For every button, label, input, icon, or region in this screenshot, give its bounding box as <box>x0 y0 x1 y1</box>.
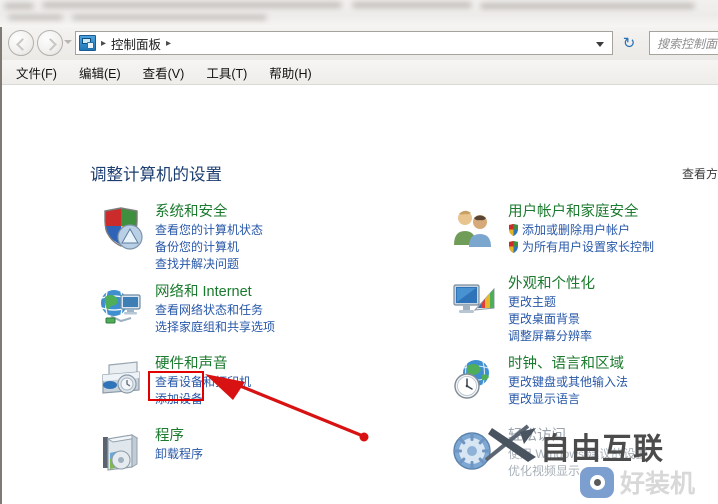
category-title[interactable]: 时钟、语言和区域 <box>508 355 624 374</box>
menu-item-help[interactable]: 帮助(H) <box>269 63 311 82</box>
category-link[interactable]: 为所有用户设置家长控制 <box>508 239 718 256</box>
chevron-down-icon[interactable] <box>596 42 604 47</box>
menu-item-view[interactable]: 查看(V) <box>143 63 185 82</box>
category-link[interactable]: 调整屏幕分辨率 <box>508 328 718 345</box>
user-accounts-icon <box>450 205 498 251</box>
eye-logo-icon <box>580 466 614 498</box>
view-by-label[interactable]: 查看方 <box>682 165 718 182</box>
menu-item-edit[interactable]: 编辑(E) <box>79 63 121 82</box>
category-body: 网络和 Internet 查看网络状态和任务 选择家庭组和共享选项 <box>155 283 397 336</box>
search-placeholder: 搜索控制面 <box>657 36 718 51</box>
watermark-haozhuangji: 好装机 <box>580 464 695 500</box>
category-link-label: 为所有用户设置家长控制 <box>522 240 655 254</box>
category-user-accounts[interactable]: 用户帐户和家庭安全 添加或删除用户帐户 为所有用户设置家长控制 <box>450 203 718 265</box>
eye-logo-inner <box>589 474 605 490</box>
category-link[interactable]: 添加或删除用户帐户 <box>508 222 718 239</box>
category-link[interactable]: 查看网络状态和任务 <box>155 302 397 319</box>
control-panel-icon <box>79 35 96 51</box>
refresh-icon[interactable]: ↻ <box>617 31 641 55</box>
network-globe-icon <box>97 285 145 331</box>
menu-bar: 文件(F) 编辑(E) 查看(V) 工具(T) 帮助(H) <box>2 60 718 85</box>
navigation-bar: ▸ 控制面板 ▸ ↻ 搜索控制面 <box>2 27 718 60</box>
category-system-and-security[interactable]: 系统和安全 查看您的计算机状态 备份您的计算机 查找并解决问题 <box>97 203 397 273</box>
category-title[interactable]: 系统和安全 <box>155 203 228 222</box>
blur-fragment <box>4 3 34 9</box>
menu-item-tools[interactable]: 工具(T) <box>206 63 247 82</box>
category-clock-language-region[interactable]: 时钟、语言和区域 更改键盘或其他输入法 更改显示语言 <box>450 355 718 417</box>
watermark-text: 自由互联 <box>540 432 664 467</box>
red-arrow-icon <box>205 374 369 442</box>
category-body: 外观和个性化 更改主题 更改桌面背景 调整屏幕分辨率 <box>508 275 718 345</box>
breadcrumb-item-control-panel[interactable]: 控制面板 <box>111 34 161 53</box>
uac-shield-icon <box>508 241 519 253</box>
blur-fragment <box>352 2 472 8</box>
programs-box-icon <box>97 429 145 475</box>
blur-fragment <box>42 2 342 8</box>
category-body: 系统和安全 查看您的计算机状态 备份您的计算机 查找并解决问题 <box>155 203 397 273</box>
eye-logo-pupil <box>593 478 601 486</box>
watermark-text: 好装机 <box>620 469 696 498</box>
blur-fragment <box>480 3 695 9</box>
category-title[interactable]: 网络和 Internet <box>155 283 252 302</box>
category-link-label: 添加或删除用户帐户 <box>522 223 631 237</box>
category-title-programs[interactable]: 程序 <box>155 427 184 446</box>
category-appearance[interactable]: 外观和个性化 更改主题 更改桌面背景 调整屏幕分辨率 <box>450 275 718 345</box>
printer-icon <box>97 357 145 403</box>
x-logo-icon <box>484 424 536 462</box>
breadcrumb-separator: ▸ <box>166 37 172 49</box>
category-title[interactable]: 用户帐户和家庭安全 <box>508 203 639 222</box>
chevron-down-icon[interactable] <box>64 40 72 44</box>
clock-globe-icon <box>450 357 498 403</box>
category-link[interactable]: 更改主题 <box>508 294 718 311</box>
shield-icon <box>97 205 145 251</box>
category-network-and-internet[interactable]: 网络和 Internet 查看网络状态和任务 选择家庭组和共享选项 <box>97 283 397 345</box>
blurred-page-background <box>0 0 718 28</box>
nav-button-group <box>8 30 63 56</box>
uac-shield-icon <box>508 224 519 236</box>
appearance-monitor-icon <box>450 277 498 323</box>
blur-fragment <box>8 15 63 20</box>
page-title: 调整计算机的设置 <box>90 166 222 184</box>
blur-fragment <box>72 15 267 20</box>
breadcrumb-separator: ▸ <box>101 37 107 49</box>
category-link[interactable]: 备份您的计算机 <box>155 239 397 256</box>
category-body: 时钟、语言和区域 更改键盘或其他输入法 更改显示语言 <box>508 355 718 408</box>
category-link[interactable]: 选择家庭组和共享选项 <box>155 319 397 336</box>
menu-item-file[interactable]: 文件(F) <box>16 63 57 82</box>
category-link[interactable]: 更改键盘或其他输入法 <box>508 374 718 391</box>
category-link[interactable]: 查看您的计算机状态 <box>155 222 397 239</box>
category-column-left: 系统和安全 查看您的计算机状态 备份您的计算机 查找并解决问题 网络和 Inte… <box>97 203 397 499</box>
search-input[interactable]: 搜索控制面 <box>649 31 718 55</box>
category-title[interactable]: 外观和个性化 <box>508 275 595 294</box>
forward-arrow-icon[interactable] <box>37 30 63 56</box>
annotation-highlight-box <box>148 371 204 401</box>
category-link[interactable]: 查找并解决问题 <box>155 256 397 273</box>
category-link[interactable]: 更改桌面背景 <box>508 311 718 328</box>
category-link[interactable]: 卸载程序 <box>155 446 397 463</box>
back-arrow-icon[interactable] <box>8 30 34 56</box>
category-link[interactable]: 更改显示语言 <box>508 391 718 408</box>
category-body: 用户帐户和家庭安全 添加或删除用户帐户 为所有用户设置家长控制 <box>508 203 718 256</box>
watermark-ziyouhulian: 自由互联 <box>484 424 714 467</box>
address-bar[interactable]: ▸ 控制面板 ▸ <box>75 31 613 55</box>
